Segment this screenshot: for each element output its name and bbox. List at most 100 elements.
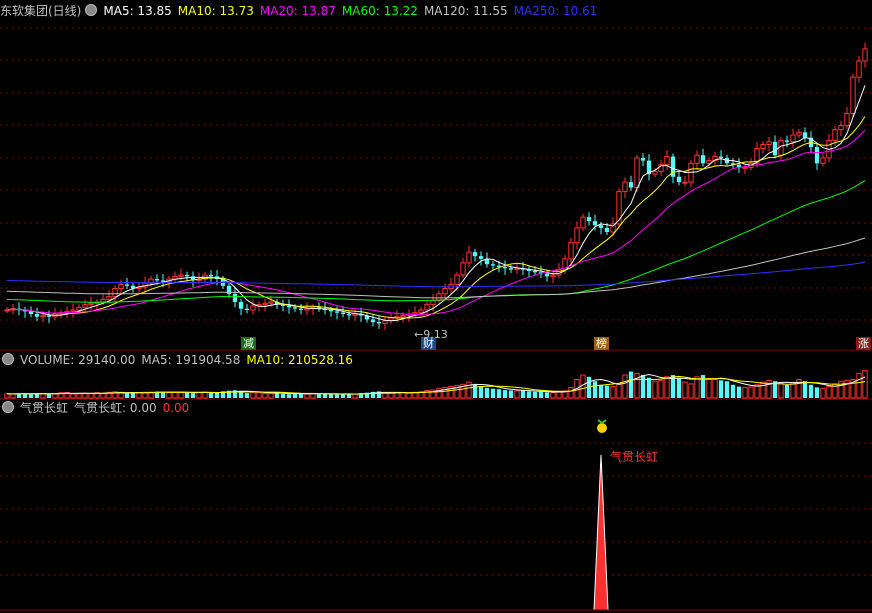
candle-body — [400, 314, 406, 318]
candle-body — [628, 182, 634, 188]
candle-body — [208, 275, 214, 277]
candle-body — [292, 307, 298, 309]
volume-bar — [46, 394, 52, 398]
volume-bar — [610, 386, 616, 399]
candle-body — [718, 156, 724, 158]
candle-body — [490, 264, 496, 266]
candle-body — [700, 155, 706, 164]
volume-bar — [196, 391, 202, 399]
volume-ma5: MA5: 191904.58 — [141, 353, 241, 367]
candle-body — [742, 166, 748, 169]
volume-ma-line-10 — [6, 375, 866, 395]
volume-bar — [208, 392, 214, 398]
ma-line-60 — [6, 180, 866, 303]
candle-body — [844, 113, 850, 127]
ma-legend: MA5: 13.85 MA10: 13.73 MA20: 13.87 MA60: 13… — [103, 4, 603, 18]
ma-legend-item: MA5: 13.85 — [103, 4, 172, 18]
candle-body — [580, 216, 586, 229]
marker-zhang[interactable]: 涨 — [856, 337, 871, 350]
candle-body — [112, 287, 118, 298]
volume-bar — [76, 393, 82, 399]
volume-bar — [784, 384, 790, 398]
candle-body — [424, 304, 430, 311]
volume-bar — [862, 370, 868, 399]
volume-bar — [178, 391, 184, 399]
candle-body — [814, 147, 820, 164]
candle-body — [178, 274, 184, 277]
candle-body — [586, 217, 592, 222]
candle-body — [856, 60, 862, 78]
volume-bar — [340, 394, 346, 398]
ma-legend-item: MA120: 11.55 — [423, 4, 508, 18]
candle-body — [760, 143, 766, 150]
candle-body — [766, 141, 772, 145]
candle-body — [466, 251, 472, 264]
candle-body — [118, 283, 124, 289]
candle-body — [772, 141, 778, 156]
volume-bar — [478, 386, 484, 398]
signal-spike-shape — [594, 455, 608, 610]
volume-bar — [268, 392, 274, 399]
volume-bar — [280, 394, 286, 398]
gear-icon[interactable] — [2, 353, 14, 365]
volume-bar — [604, 385, 610, 398]
candle-body — [442, 287, 448, 295]
volume-value: VOLUME: 29140.00 — [20, 353, 136, 367]
candle-body — [82, 304, 88, 308]
volume-bar — [664, 376, 670, 399]
candle-body — [244, 308, 250, 311]
candle-body — [70, 309, 76, 312]
ma-legend-item: MA20: 13.87 — [259, 4, 336, 18]
moving-average-lines — [6, 85, 866, 322]
candle-body — [694, 154, 700, 164]
gear-icon[interactable] — [2, 401, 14, 413]
volume-bar — [628, 371, 634, 398]
ma-legend-item: MA250: 10.61 — [513, 4, 598, 18]
volume-bar — [130, 392, 136, 398]
volume-bar — [532, 391, 538, 398]
volume-bar — [388, 392, 394, 399]
volume-bar — [856, 372, 862, 399]
volume-bar — [166, 392, 172, 399]
volume-bar — [136, 392, 142, 399]
volume-bar — [256, 392, 262, 399]
ma-line-5 — [6, 85, 866, 322]
volume-bar — [4, 393, 10, 399]
indicator-name: 气贯长虹 — [20, 401, 69, 415]
chart-title: 东软集团(日线) — [0, 4, 82, 18]
candle-body — [124, 284, 130, 286]
volume-bar — [508, 390, 514, 398]
candle-body — [262, 302, 268, 306]
candle-body — [184, 275, 190, 277]
volume-bar — [556, 391, 562, 399]
candle-body — [604, 227, 610, 232]
marker-jian[interactable]: 减 — [241, 337, 256, 350]
marker-bang[interactable]: 榜 — [594, 337, 609, 350]
volume-bar — [844, 379, 850, 399]
volume-bar — [676, 377, 682, 398]
gear-icon[interactable] — [85, 4, 98, 16]
candle-body — [514, 267, 520, 271]
candle-body — [802, 132, 808, 138]
candle-body — [370, 319, 376, 323]
ma-line-250 — [6, 261, 866, 288]
candle-body — [568, 242, 574, 260]
candle-body — [664, 156, 670, 166]
candle-body — [154, 279, 160, 281]
indicator-value-2: 0.00 — [162, 401, 190, 415]
candle-body — [352, 313, 358, 316]
candle-body — [862, 48, 868, 62]
volume-bar — [100, 393, 106, 399]
candle-body — [472, 252, 478, 257]
candle-body — [40, 314, 46, 318]
volume-bar — [526, 391, 532, 398]
volume-bar — [814, 387, 820, 398]
volume-bar — [754, 384, 760, 399]
volume-bar — [352, 393, 358, 399]
volume-bar — [262, 393, 268, 399]
volume-bar — [490, 388, 496, 398]
volume-bar — [778, 382, 784, 399]
candle-body — [550, 274, 556, 277]
candle-body — [652, 170, 658, 175]
volume-bar — [334, 394, 340, 398]
